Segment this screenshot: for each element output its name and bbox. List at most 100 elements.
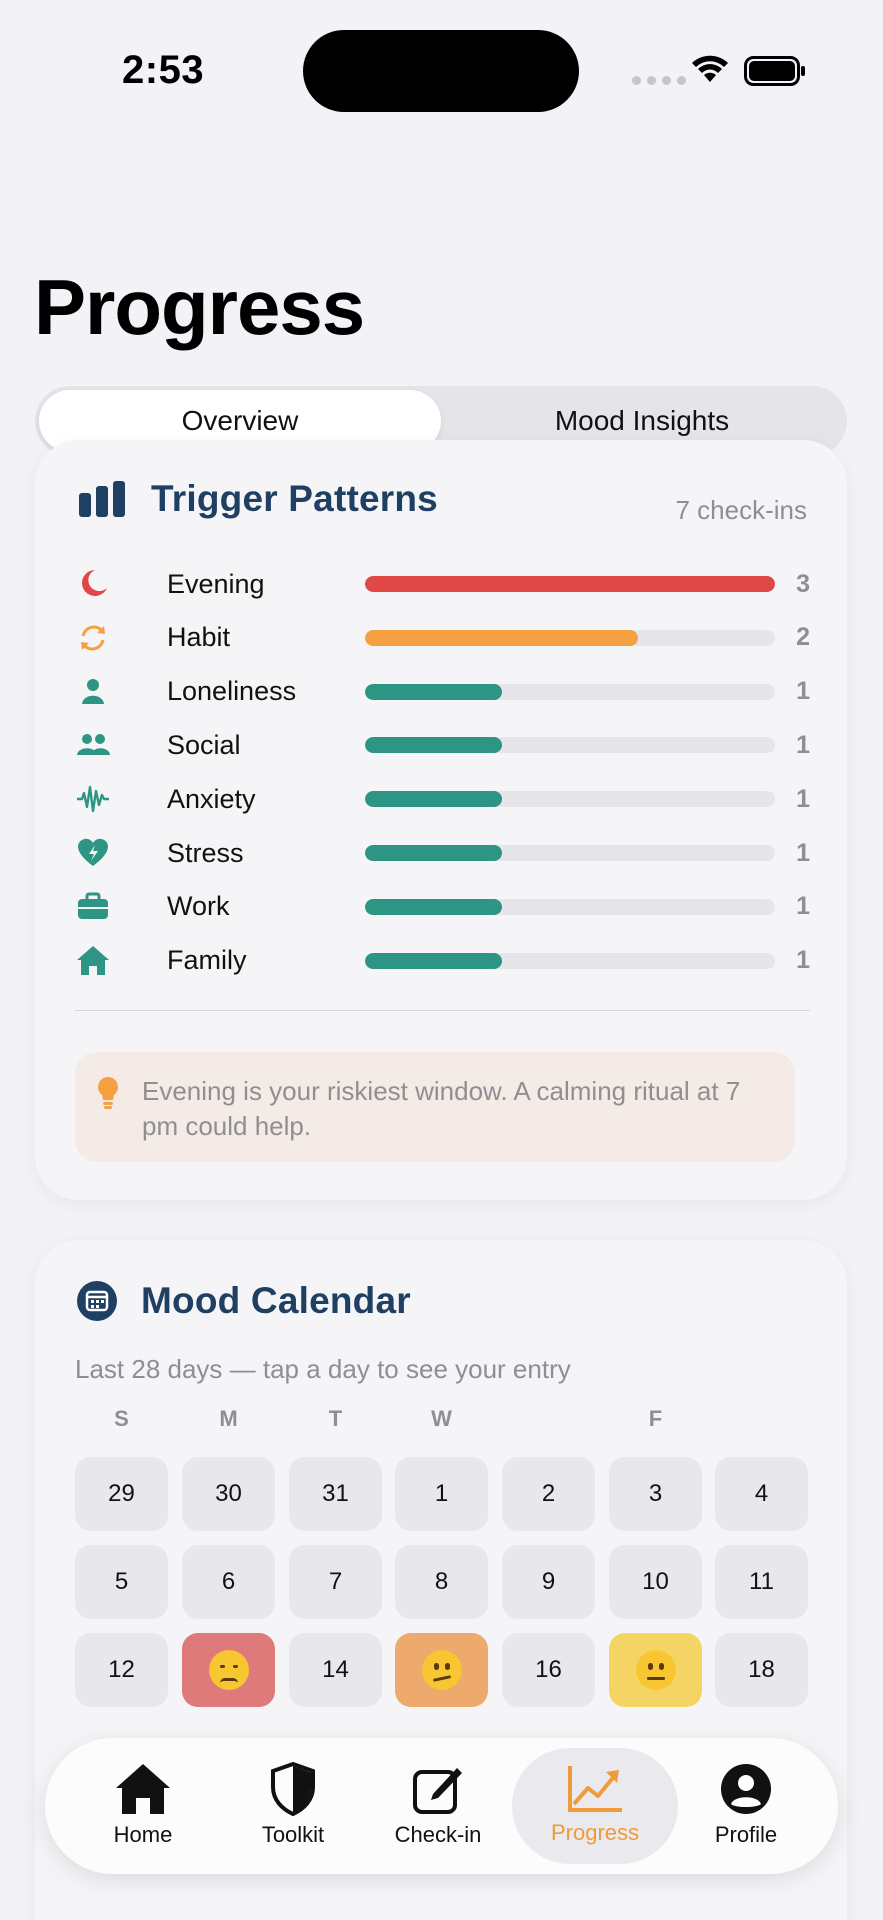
weekday-label: M bbox=[219, 1406, 238, 1431]
trigger-row-loneliness: Loneliness 1 bbox=[75, 672, 810, 712]
tab-toolkit[interactable]: Toolkit bbox=[218, 1738, 368, 1874]
calendar-day[interactable]: 1 bbox=[395, 1457, 488, 1531]
person-circle-icon bbox=[721, 1764, 771, 1814]
weekday-label: W bbox=[431, 1406, 452, 1431]
compose-icon bbox=[413, 1768, 462, 1814]
page-title: Progress bbox=[34, 263, 365, 351]
trigger-bar bbox=[365, 629, 775, 646]
status-bar: 2:53 bbox=[0, 0, 883, 140]
weekday-label: S bbox=[114, 1406, 129, 1431]
calendar-day[interactable]: 2 bbox=[502, 1457, 595, 1531]
house-icon bbox=[116, 1764, 170, 1814]
moon-icon bbox=[75, 566, 111, 602]
cycle-icon bbox=[75, 620, 111, 656]
trigger-row-social: Social 1 bbox=[75, 725, 810, 765]
calendar-day[interactable]: 8 bbox=[395, 1545, 488, 1619]
trigger-bar bbox=[365, 683, 775, 700]
trigger-bar-fill bbox=[365, 952, 502, 969]
calendar-day[interactable]: 7 bbox=[289, 1545, 382, 1619]
calendar-day[interactable]: 4 bbox=[715, 1457, 808, 1531]
briefcase-icon bbox=[75, 889, 111, 925]
person-icon bbox=[75, 674, 111, 710]
trigger-label: Anxiety bbox=[167, 783, 256, 814]
tab-progress-label: Progress bbox=[550, 1820, 640, 1845]
trigger-patterns-card: Trigger Patterns 7 check-ins Evening 3 Hab… bbox=[35, 440, 847, 1200]
weekday-label: T bbox=[328, 1406, 343, 1431]
tab-profile[interactable]: Profile bbox=[671, 1738, 821, 1874]
heart-bolt-icon bbox=[75, 835, 111, 871]
trigger-bar bbox=[365, 952, 775, 969]
trigger-row-stress: Stress 1 bbox=[75, 833, 810, 873]
trigger-count: 1 bbox=[796, 730, 810, 759]
trigger-bar-fill bbox=[365, 629, 639, 646]
battery-icon bbox=[744, 56, 805, 86]
shield-icon bbox=[271, 1762, 315, 1816]
calendar-day[interactable]: 12 bbox=[75, 1633, 168, 1707]
calendar-day[interactable]: 14 bbox=[289, 1633, 382, 1707]
tab-profile-label: Profile bbox=[714, 1822, 778, 1847]
calendar-day[interactable]: 30 bbox=[182, 1457, 275, 1531]
trigger-bar bbox=[365, 791, 775, 808]
mood-calendar-title: Mood Calendar bbox=[141, 1280, 411, 1321]
trigger-bar-fill bbox=[365, 845, 502, 861]
trigger-bar-fill bbox=[365, 683, 502, 700]
trigger-count: 1 bbox=[796, 892, 810, 921]
status-time: 2:53 bbox=[122, 48, 205, 92]
divider bbox=[75, 1010, 810, 1011]
trigger-count: 3 bbox=[796, 569, 810, 598]
tab-home[interactable]: Home bbox=[68, 1738, 218, 1874]
trigger-label: Habit bbox=[167, 622, 231, 653]
trigger-bar-fill bbox=[365, 898, 502, 915]
checkins-count: 7 check-ins bbox=[675, 495, 808, 525]
trigger-bar-fill bbox=[365, 576, 775, 592]
trigger-count: 1 bbox=[796, 677, 810, 706]
trigger-patterns-title: Trigger Patterns bbox=[151, 478, 438, 519]
calendar-day[interactable]: 10 bbox=[609, 1545, 702, 1619]
trigger-count: 2 bbox=[796, 623, 810, 652]
calendar-day[interactable]: 6 bbox=[182, 1545, 275, 1619]
tab-checkin[interactable]: Check-in bbox=[363, 1738, 513, 1874]
calendar-day[interactable]: 29 bbox=[75, 1457, 168, 1531]
calendar-day[interactable]: 9 bbox=[502, 1545, 595, 1619]
trigger-label: Social bbox=[167, 729, 241, 760]
mood-calendar-header: Mood Calendar bbox=[77, 1280, 411, 1322]
trigger-bar bbox=[365, 737, 775, 754]
calendar-day[interactable]: 11 bbox=[715, 1545, 808, 1619]
calendar-day[interactable]: 3 bbox=[609, 1457, 702, 1531]
calendar-icon bbox=[77, 1281, 117, 1321]
trigger-count: 1 bbox=[796, 784, 810, 813]
confused-face-icon bbox=[421, 1650, 462, 1690]
calendar-day[interactable]: 5 bbox=[75, 1545, 168, 1619]
tab-bar: Home Toolkit Check-in Progress Profile bbox=[45, 1738, 838, 1874]
tab-progress[interactable]: Progress bbox=[512, 1748, 678, 1864]
trigger-row-work: Work 1 bbox=[75, 887, 810, 927]
trigger-row-evening: Evening 3 bbox=[75, 564, 810, 604]
mood-calendar-subtitle: Last 28 days — tap a day to see your ent… bbox=[75, 1354, 571, 1384]
calendar-day[interactable]: 31 bbox=[289, 1457, 382, 1531]
insight-tip: Evening is your riskiest window. A calmi… bbox=[75, 1052, 795, 1162]
trigger-row-family: Family 1 bbox=[75, 941, 810, 981]
calendar-day[interactable]: 16 bbox=[502, 1633, 595, 1707]
trigger-bar-fill bbox=[365, 791, 502, 808]
trigger-count: 1 bbox=[796, 838, 810, 867]
trigger-label: Loneliness bbox=[167, 676, 297, 707]
trigger-count: 1 bbox=[796, 946, 810, 975]
trigger-bar bbox=[365, 898, 775, 915]
trigger-patterns-header: Trigger Patterns bbox=[77, 478, 438, 520]
tip-text: Evening is your riskiest window. A calmi… bbox=[142, 1076, 741, 1141]
trigger-label: Work bbox=[167, 891, 230, 922]
wifi-icon bbox=[692, 55, 728, 82]
weekday-label: F bbox=[648, 1406, 663, 1431]
calendar-day[interactable]: 18 bbox=[715, 1633, 808, 1707]
lightbulb-icon bbox=[98, 1077, 118, 1109]
calendar-day-mood[interactable] bbox=[182, 1633, 275, 1707]
trigger-bar-fill bbox=[365, 737, 502, 754]
calendar-day-mood[interactable] bbox=[609, 1633, 702, 1707]
tab-toolkit-label: Toolkit bbox=[261, 1822, 325, 1847]
bar-chart-icon bbox=[79, 481, 125, 517]
signal-icon bbox=[632, 76, 686, 85]
tab-checkin-label: Check-in bbox=[394, 1822, 482, 1847]
calendar-day-mood[interactable] bbox=[395, 1633, 488, 1707]
trigger-label: Evening bbox=[167, 568, 265, 599]
trigger-row-anxiety: Anxiety 1 bbox=[75, 779, 810, 819]
